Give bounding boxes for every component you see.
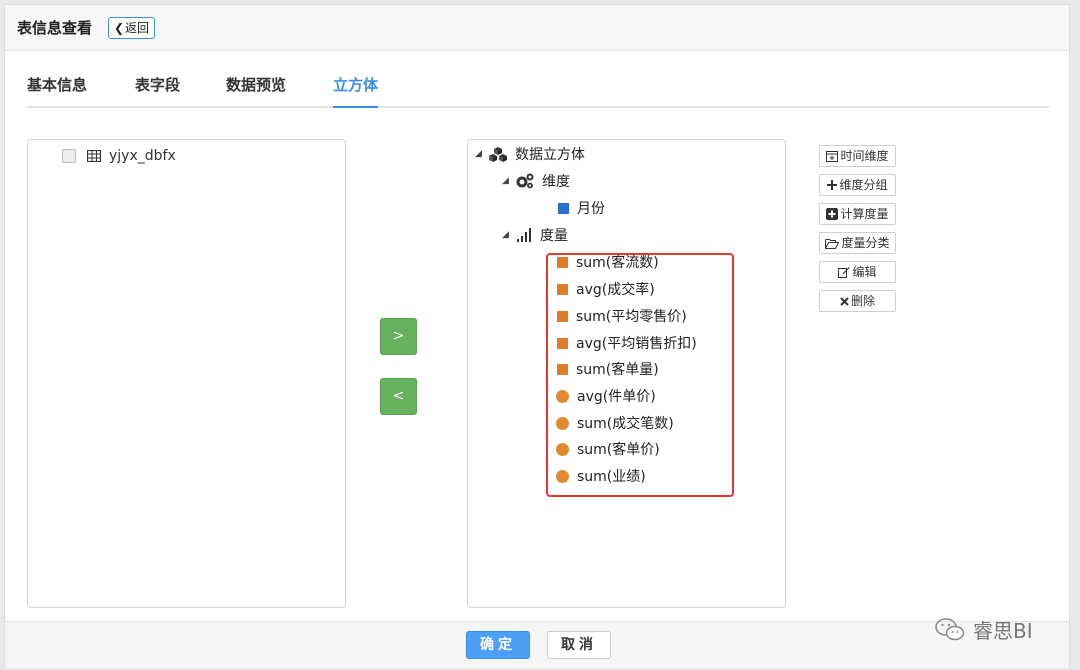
measure-square-icon bbox=[557, 256, 568, 268]
measure-label: sum(客单量) bbox=[576, 362, 659, 378]
gears-icon bbox=[516, 173, 534, 189]
wechat-icon bbox=[935, 617, 965, 640]
measure-category-label: 度量分类 bbox=[841, 236, 890, 250]
measure-square-icon bbox=[557, 283, 568, 295]
calc-measure-label: 计算度量 bbox=[840, 207, 889, 221]
cubes-icon bbox=[489, 146, 507, 162]
edit-label: 编辑 bbox=[852, 265, 877, 279]
measure-item[interactable]: sum(平均零售价) bbox=[557, 306, 687, 326]
measure-item[interactable]: sum(客单量) bbox=[557, 359, 659, 379]
back-button[interactable]: ❮返回 bbox=[108, 17, 155, 39]
tab-data-preview[interactable]: 数据预览 bbox=[226, 75, 286, 106]
collapse-arrow-icon[interactable]: ◢ bbox=[475, 149, 489, 159]
dimension-group-button[interactable]: 维度分组 bbox=[819, 174, 896, 196]
measure-item[interactable]: sum(客流数) bbox=[557, 252, 659, 272]
move-left-button[interactable]: < bbox=[380, 378, 417, 415]
measure-label: sum(客流数) bbox=[576, 255, 659, 271]
collapse-arrow-icon[interactable]: ◢ bbox=[502, 230, 516, 240]
source-table-item[interactable]: yjyx_dbfx bbox=[62, 146, 176, 166]
watermark-text: 睿思BI bbox=[973, 619, 1033, 643]
edit-icon bbox=[838, 266, 851, 278]
measure-label: avg(件单价) bbox=[577, 389, 656, 405]
measure-item[interactable]: sum(成交笔数) bbox=[556, 413, 674, 433]
measure-item[interactable]: avg(成交率) bbox=[557, 279, 655, 299]
tree-node-measures[interactable]: ◢ 度量 bbox=[502, 225, 568, 245]
dimension-label: 月份 bbox=[577, 201, 605, 217]
measure-square-icon bbox=[557, 337, 568, 349]
measure-circle-icon bbox=[556, 442, 569, 456]
measure-group-label: 度量 bbox=[540, 228, 568, 244]
tree-node-dimension-month[interactable]: 月份 bbox=[558, 198, 605, 218]
header: 表信息查看 ❮返回 bbox=[5, 5, 1069, 51]
source-table-panel: yjyx_dbfx bbox=[27, 139, 346, 608]
measure-label: avg(成交率) bbox=[576, 282, 655, 298]
tab-bar: 基本信息 表字段 数据预览 立方体 bbox=[27, 75, 1049, 108]
calc-measure-button[interactable]: 计算度量 bbox=[819, 203, 896, 225]
confirm-button[interactable]: 确定 bbox=[466, 631, 530, 659]
plus-icon bbox=[827, 180, 838, 190]
measure-square-icon bbox=[557, 310, 568, 322]
edit-button[interactable]: 编辑 bbox=[819, 261, 896, 283]
calendar-plus-icon bbox=[826, 150, 839, 162]
measure-label: sum(业绩) bbox=[577, 469, 646, 485]
measure-label: sum(客单价) bbox=[577, 442, 660, 458]
watermark: 睿思BI bbox=[935, 615, 1033, 644]
tree-node-dimensions[interactable]: ◢ 维度 bbox=[502, 171, 570, 191]
source-table-name: yjyx_dbfx bbox=[109, 148, 176, 164]
table-icon bbox=[87, 150, 101, 162]
folder-open-icon bbox=[825, 238, 840, 249]
footer-bar: 确定 取消 bbox=[5, 621, 1069, 668]
back-label: 返回 bbox=[125, 21, 150, 35]
tab-table-fields[interactable]: 表字段 bbox=[135, 75, 180, 106]
table-info-window: 表信息查看 ❮返回 基本信息 表字段 数据预览 立方体 yjyx_dbfx > … bbox=[4, 4, 1070, 668]
page-title: 表信息查看 bbox=[17, 19, 93, 37]
time-dimension-label: 时间维度 bbox=[840, 149, 889, 163]
measure-item[interactable]: avg(平均销售折扣) bbox=[557, 333, 697, 353]
measure-label: avg(平均销售折扣) bbox=[576, 336, 697, 352]
measure-item[interactable]: avg(件单价) bbox=[556, 386, 656, 406]
tree-root-label: 数据立方体 bbox=[515, 147, 585, 163]
measure-item[interactable]: sum(客单价) bbox=[556, 439, 660, 459]
measure-circle-icon bbox=[556, 469, 569, 483]
plus-square-icon bbox=[826, 208, 839, 220]
measure-circle-icon bbox=[556, 416, 569, 430]
table-checkbox[interactable] bbox=[62, 149, 76, 163]
delete-label: 删除 bbox=[850, 294, 875, 308]
dimension-group-label: 维度 bbox=[542, 174, 570, 190]
time-dimension-button[interactable]: 时间维度 bbox=[819, 145, 896, 167]
delete-button[interactable]: 删除 bbox=[819, 290, 896, 312]
measure-label: sum(平均零售价) bbox=[576, 309, 687, 325]
tab-cube[interactable]: 立方体 bbox=[333, 75, 379, 108]
measure-item[interactable]: sum(业绩) bbox=[556, 466, 646, 486]
dimension-square-icon bbox=[558, 202, 569, 214]
move-right-button[interactable]: > bbox=[380, 318, 417, 355]
measure-category-button[interactable]: 度量分类 bbox=[819, 232, 896, 254]
signal-bars-icon bbox=[516, 227, 532, 243]
measure-circle-icon bbox=[556, 389, 569, 403]
collapse-arrow-icon[interactable]: ◢ bbox=[502, 176, 516, 186]
dimension-group-button-label: 维度分组 bbox=[839, 178, 888, 192]
tree-node-cube[interactable]: ◢ 数据立方体 bbox=[475, 144, 585, 164]
chevron-left-icon: ❮ bbox=[113, 21, 125, 35]
close-icon bbox=[840, 296, 849, 306]
cancel-button[interactable]: 取消 bbox=[547, 631, 611, 659]
measure-square-icon bbox=[557, 363, 568, 375]
measure-label: sum(成交笔数) bbox=[577, 416, 674, 432]
tab-basic-info[interactable]: 基本信息 bbox=[27, 75, 87, 106]
